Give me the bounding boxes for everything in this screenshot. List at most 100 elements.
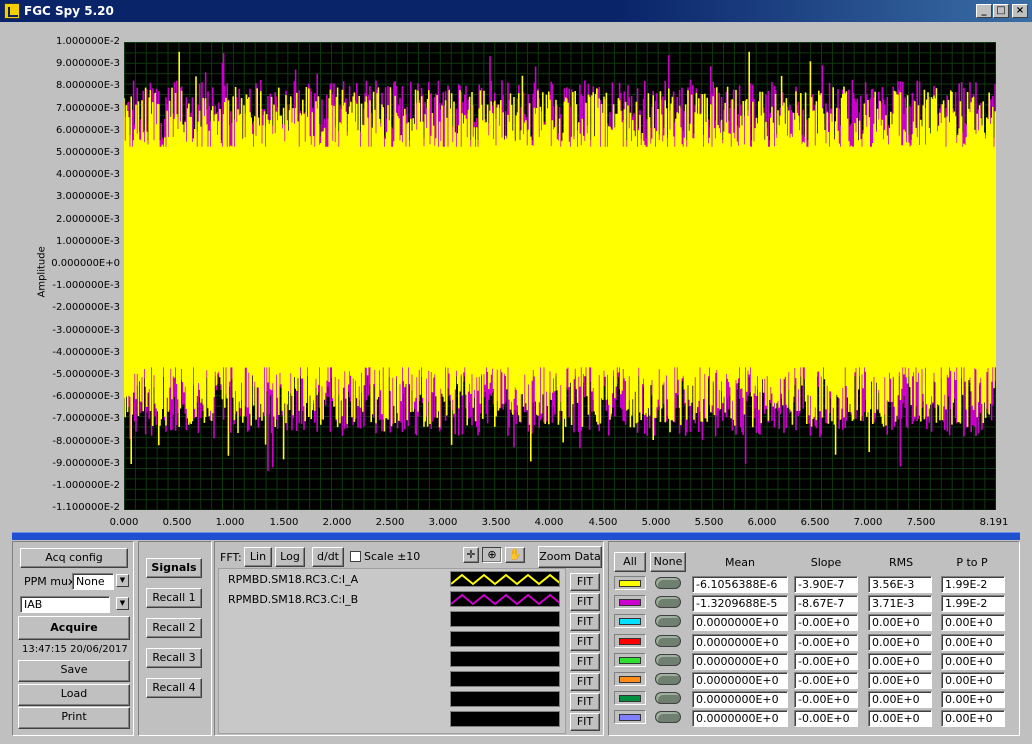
- x-tick-label: 5.000: [641, 517, 671, 528]
- stat-rms-value: 3.56E-3: [868, 576, 932, 593]
- signal-name-b[interactable]: RPMBD.SM18.RC3.C:I_B: [228, 593, 358, 606]
- y-tick-label: 9.000000E-3: [55, 58, 120, 70]
- load-button[interactable]: Load: [18, 684, 130, 706]
- derivative-button[interactable]: d/dt: [312, 547, 344, 567]
- stat-mean-value: 0.0000000E+0: [692, 614, 788, 632]
- zoom-tool-icon[interactable]: ⊕: [482, 547, 502, 563]
- stat-slope-value: -0.00E+0: [794, 614, 858, 632]
- series-enable-toggle[interactable]: [655, 653, 681, 666]
- stat-ptop-value: 0.00E+0: [941, 652, 1005, 670]
- stat-slope-value: -3.90E-7: [794, 576, 858, 593]
- stat-ptop-value: 0.00E+0: [941, 633, 1005, 651]
- series-enable-toggle[interactable]: [655, 692, 681, 705]
- signal-name-a[interactable]: RPMBD.SM18.RC3.C:I_A: [228, 573, 358, 586]
- waveform-graph[interactable]: [124, 42, 996, 510]
- fit-button[interactable]: FIT: [570, 693, 600, 711]
- series-color-swatch[interactable]: [614, 652, 646, 667]
- ppm-mux-dropdown-icon[interactable]: ▼: [116, 574, 129, 587]
- fit-button[interactable]: FIT: [570, 593, 600, 611]
- signal-preview[interactable]: [450, 651, 560, 667]
- save-button[interactable]: Save: [18, 660, 130, 682]
- series-enable-toggle[interactable]: [655, 615, 681, 628]
- fft-lin-button[interactable]: Lin: [244, 547, 272, 567]
- signal-preview[interactable]: [450, 711, 560, 727]
- series-enable-toggle[interactable]: [655, 634, 681, 647]
- cursor-tool-icon[interactable]: ✛: [463, 547, 479, 563]
- graph-scrollbar[interactable]: [12, 532, 1020, 540]
- stat-ptop-value: 1.99E-2: [941, 595, 1005, 613]
- x-tick-label: 0.000: [109, 517, 139, 528]
- scale-label: Scale ±10: [364, 550, 421, 563]
- series-color-swatch[interactable]: [614, 614, 646, 629]
- stat-mean-value: 0.0000000E+0: [692, 710, 788, 728]
- recall-1-button[interactable]: Recall 1: [146, 588, 202, 608]
- y-tick-label: 2.000000E-3: [55, 213, 120, 225]
- minimize-button[interactable]: _: [976, 4, 992, 18]
- scale-checkbox[interactable]: [350, 551, 361, 562]
- stat-rms-value: 0.00E+0: [868, 691, 932, 709]
- x-tick-label: 6.500: [800, 517, 830, 528]
- series-color-swatch[interactable]: [614, 633, 646, 648]
- device-select[interactable]: IAB: [20, 596, 110, 613]
- close-button[interactable]: ×: [1012, 4, 1028, 18]
- fit-button[interactable]: FIT: [570, 573, 600, 591]
- signal-preview[interactable]: [450, 571, 562, 587]
- ppm-mux-select[interactable]: None: [72, 573, 114, 590]
- zoom-data-button[interactable]: Zoom Data: [538, 546, 602, 568]
- stat-rms-value: 0.00E+0: [868, 633, 932, 651]
- fit-button[interactable]: FIT: [570, 673, 600, 691]
- series-color-swatch[interactable]: [614, 672, 646, 686]
- mean-header: Mean: [725, 556, 755, 569]
- signal-preview[interactable]: [450, 691, 560, 707]
- series-color-swatch[interactable]: [614, 576, 646, 590]
- recall-2-button[interactable]: Recall 2: [146, 618, 202, 638]
- x-tick-label: 5.500: [694, 517, 724, 528]
- x-tick-label: 1.500: [269, 517, 299, 528]
- y-tick-label: -7.000000E-3: [52, 413, 120, 425]
- signal-preview[interactable]: [450, 671, 560, 687]
- signal-preview[interactable]: [450, 631, 560, 647]
- signal-preview[interactable]: [450, 591, 562, 607]
- y-tick-label: 1.000000E-3: [55, 235, 120, 247]
- signals-button[interactable]: Signals: [146, 558, 202, 578]
- stat-rms-value: 0.00E+0: [868, 672, 932, 689]
- stat-ptop-value: 0.00E+0: [941, 614, 1005, 632]
- fit-button[interactable]: FIT: [570, 713, 600, 731]
- recall-3-button[interactable]: Recall 3: [146, 648, 202, 668]
- y-tick-label: -3.000000E-3: [52, 324, 120, 336]
- series-enable-toggle[interactable]: [655, 711, 681, 724]
- select-all-button[interactable]: All: [614, 552, 646, 572]
- x-tick-label: 2.500: [375, 517, 405, 528]
- maximize-button[interactable]: □: [993, 4, 1009, 18]
- series-enable-toggle[interactable]: [655, 596, 681, 609]
- series-enable-toggle[interactable]: [655, 577, 681, 589]
- acquire-button[interactable]: Acquire: [18, 616, 130, 640]
- series-enable-toggle[interactable]: [655, 673, 681, 685]
- fft-log-button[interactable]: Log: [275, 547, 305, 567]
- fit-button[interactable]: FIT: [570, 633, 600, 651]
- signal-preview[interactable]: [450, 611, 560, 627]
- y-tick-label: 1.000000E-2: [55, 36, 120, 47]
- series-band: [124, 146, 996, 368]
- y-tick-label: 3.000000E-3: [55, 191, 120, 203]
- select-none-button[interactable]: None: [650, 552, 686, 572]
- stat-mean-value: 0.0000000E+0: [692, 691, 788, 709]
- stat-ptop-value: 0.00E+0: [941, 672, 1005, 689]
- series-color-swatch[interactable]: [614, 691, 646, 706]
- pan-tool-icon[interactable]: ✋: [505, 547, 525, 563]
- stat-mean-value: 0.0000000E+0: [692, 633, 788, 651]
- y-tick-label: 5.000000E-3: [55, 147, 120, 158]
- fft-label: FFT:: [220, 551, 242, 564]
- device-dropdown-icon[interactable]: ▼: [116, 597, 129, 610]
- acq-config-button[interactable]: Acq config: [20, 548, 128, 568]
- fit-button[interactable]: FIT: [570, 613, 600, 631]
- stat-slope-value: -8.67E-7: [794, 595, 858, 613]
- series-color-swatch[interactable]: [614, 595, 646, 610]
- waveform-svg: [124, 51, 996, 471]
- stat-mean-value: -6.1056388E-6: [692, 576, 788, 593]
- recall-4-button[interactable]: Recall 4: [146, 678, 202, 698]
- series-color-swatch[interactable]: [614, 710, 646, 725]
- x-tick-label: 1.000: [215, 517, 245, 528]
- fit-button[interactable]: FIT: [570, 653, 600, 671]
- print-button[interactable]: Print: [18, 707, 130, 729]
